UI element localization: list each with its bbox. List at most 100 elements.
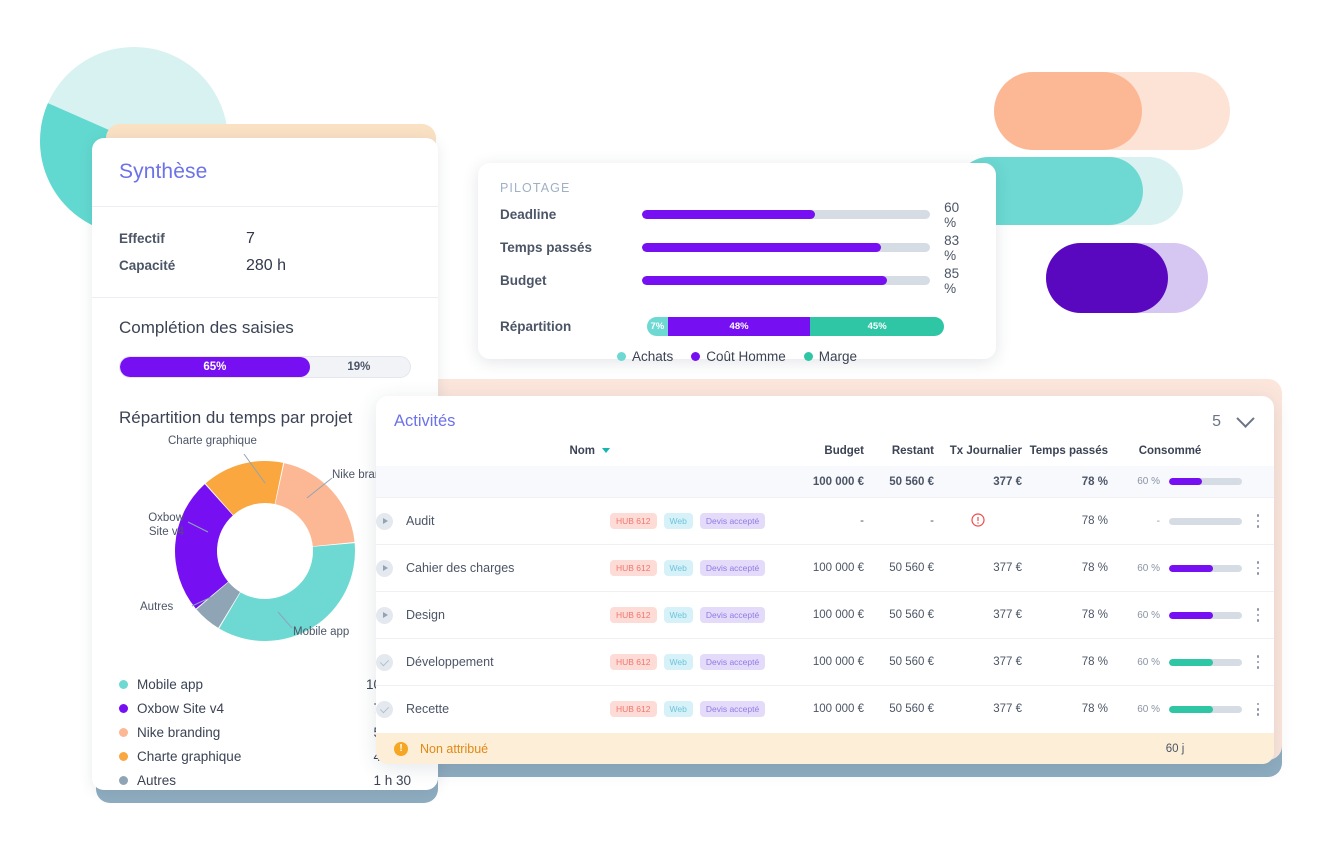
legend-label: Autres bbox=[137, 772, 177, 788]
row-tag[interactable]: HUB 612 bbox=[610, 607, 657, 623]
pilotage-progress-track bbox=[642, 243, 931, 252]
row-actions-cell[interactable] bbox=[1242, 686, 1274, 733]
pilotage-metric-row: Deadline 60 % bbox=[478, 200, 996, 230]
stat-value-effectif: 7 bbox=[246, 229, 255, 247]
row-menu-icon[interactable] bbox=[1242, 655, 1274, 669]
row-menu-icon[interactable] bbox=[1242, 514, 1274, 528]
row-tag[interactable]: Web bbox=[663, 701, 693, 718]
legend-label: Marge bbox=[818, 349, 858, 364]
pilotage-progress-track bbox=[642, 210, 931, 219]
legend-label: Coût Homme bbox=[706, 349, 786, 364]
row-tag[interactable]: HUB 612 bbox=[610, 654, 657, 670]
row-tag[interactable]: Web bbox=[663, 560, 693, 576]
footer-spacer-1 bbox=[934, 732, 1022, 764]
row-tag[interactable]: Devis accepté bbox=[699, 513, 766, 529]
row-consomme-track bbox=[1169, 517, 1242, 525]
table-summary-row: 100 000 €50 560 €377 €78 % 60 % bbox=[376, 466, 1274, 498]
row-actions-cell[interactable] bbox=[1242, 545, 1274, 592]
repartition-segment: 45% bbox=[810, 316, 944, 336]
warning-icon: ! bbox=[394, 741, 408, 756]
play-icon[interactable] bbox=[376, 559, 393, 577]
legend-label: Nike branding bbox=[137, 724, 221, 740]
stat-value-capacite: 280 h bbox=[246, 256, 287, 274]
row-menu-icon[interactable] bbox=[1242, 608, 1274, 622]
table-row[interactable]: Développement HUB 612 Web Devis accepté 100… bbox=[376, 638, 1274, 686]
row-actions-cell[interactable] bbox=[1242, 498, 1274, 545]
row-tag[interactable]: Web bbox=[663, 607, 693, 623]
row-name-cell: Audit bbox=[376, 498, 610, 545]
synthese-stats: Effectif 7 Capacité 280 h bbox=[92, 207, 438, 297]
legend-label: Mobile app bbox=[137, 676, 204, 692]
column-header-budget[interactable]: Budget bbox=[786, 431, 864, 466]
row-consomme-track bbox=[1169, 705, 1242, 713]
row-consomme: 60 % bbox=[1108, 592, 1242, 639]
row-consomme: - bbox=[1108, 498, 1242, 545]
sort-caret-icon[interactable] bbox=[602, 448, 610, 454]
row-budget: 100 000 € bbox=[812, 609, 864, 621]
row-restant: 50 560 € bbox=[889, 703, 934, 716]
row-name-cell: Recette bbox=[376, 686, 610, 733]
row-tx-journalier bbox=[934, 498, 1022, 545]
row-tag[interactable]: Web bbox=[663, 654, 693, 670]
activites-title: Activités bbox=[394, 412, 456, 430]
row-tx-journalier: 377 € bbox=[993, 562, 1022, 574]
table-row[interactable]: Cahier des charges HUB 612 Web Devis accep… bbox=[376, 544, 1274, 592]
row-menu-icon[interactable] bbox=[1242, 561, 1274, 575]
row-tag[interactable]: Devis accepté bbox=[699, 654, 766, 670]
row-tag[interactable]: Devis accepté bbox=[699, 560, 766, 576]
row-temps-passes: 78 % bbox=[1081, 609, 1108, 621]
check-icon[interactable] bbox=[376, 700, 393, 718]
row-consomme-track bbox=[1169, 611, 1242, 619]
legend-label: Achats bbox=[631, 349, 674, 364]
play-icon[interactable] bbox=[376, 512, 393, 530]
row-consomme: 60 % bbox=[1108, 639, 1242, 686]
column-header-restant[interactable]: Restant bbox=[864, 431, 934, 466]
row-actions-cell[interactable] bbox=[1242, 592, 1274, 639]
table-row[interactable]: Recette HUB 612 Web Devis accepté 100 000 €… bbox=[376, 685, 1274, 733]
row-tag[interactable]: HUB 612 bbox=[610, 560, 657, 576]
row-tag[interactable]: Devis accepté bbox=[699, 701, 766, 718]
page-size-selector[interactable]: 5 bbox=[1212, 409, 1255, 431]
row-consomme-percent: 60 % bbox=[1137, 656, 1160, 668]
pilotage-metric-label: Budget bbox=[500, 273, 547, 288]
legend-label: Charte graphique bbox=[137, 748, 242, 764]
row-menu-icon[interactable] bbox=[1242, 702, 1274, 716]
row-budget: 100 000 € bbox=[812, 656, 864, 668]
row-name-cell: Développement bbox=[376, 639, 610, 686]
column-header-temps-passes[interactable]: Temps passés bbox=[1022, 431, 1108, 466]
synthese-title: Synthèse bbox=[119, 160, 208, 183]
row-name: Cahier des charges bbox=[406, 561, 515, 575]
table-footer-row: ! Non attribué 60 j bbox=[376, 732, 1274, 764]
stat-label-capacite: Capacité bbox=[119, 258, 176, 273]
column-header-consomme[interactable]: Consommé bbox=[1108, 431, 1242, 466]
legend-color-dot bbox=[119, 775, 128, 785]
row-tag[interactable]: HUB 612 bbox=[610, 513, 657, 529]
row-tag[interactable]: Devis accepté bbox=[699, 607, 766, 623]
pilotage-metric-percent: 83 % bbox=[944, 232, 960, 263]
pilotage-progress-fill bbox=[642, 276, 887, 285]
column-header-actions bbox=[1242, 431, 1274, 466]
column-header-nom[interactable]: Nom bbox=[376, 431, 610, 466]
row-budget: - bbox=[860, 515, 864, 527]
row-temps-passes: 78 % bbox=[1081, 656, 1108, 668]
pilotage-progress-track bbox=[642, 276, 931, 285]
donut-callout-autres: Autres bbox=[140, 601, 174, 613]
row-actions-cell[interactable] bbox=[1242, 639, 1274, 686]
row-tags-cell: HUB 612 Web Devis accepté bbox=[610, 498, 786, 545]
stat-label-effectif: Effectif bbox=[119, 231, 165, 246]
decorative-pill-purple-dark bbox=[1046, 243, 1168, 313]
row-consomme-percent: - bbox=[1156, 515, 1160, 527]
donut-callout-mobile-app: Mobile app bbox=[293, 626, 350, 638]
chevron-down-icon[interactable] bbox=[1236, 409, 1255, 428]
row-name-cell: Cahier des charges bbox=[376, 545, 610, 592]
row-temps-passes: 78 % bbox=[1081, 703, 1108, 716]
play-icon[interactable] bbox=[376, 606, 393, 624]
row-tag[interactable]: Web bbox=[663, 513, 693, 529]
table-row[interactable]: Audit HUB 612 Web Devis accepté - - 78 % - bbox=[376, 497, 1274, 545]
column-header-tx-journalier[interactable]: Tx Journalier bbox=[934, 431, 1022, 466]
row-tags-cell: HUB 612 Web Devis accepté bbox=[610, 639, 786, 686]
row-tag[interactable]: HUB 612 bbox=[610, 701, 657, 718]
check-icon[interactable] bbox=[376, 653, 393, 671]
table-row[interactable]: Design HUB 612 Web Devis accepté 100 000 € 5… bbox=[376, 591, 1274, 639]
legend-color-dot bbox=[119, 679, 128, 689]
